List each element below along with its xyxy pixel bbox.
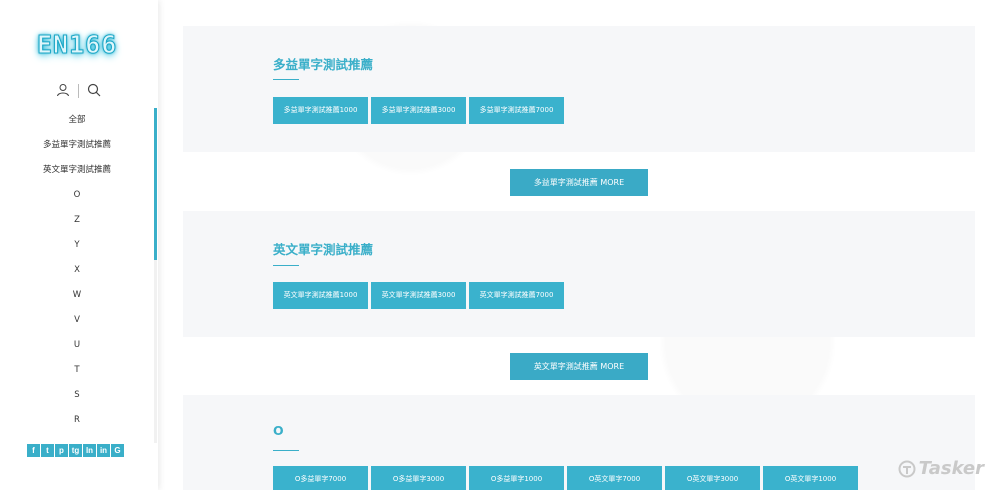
- user-icon[interactable]: [56, 82, 70, 101]
- o-english-1000-button[interactable]: O英文單字1000: [763, 466, 858, 490]
- button-row: 多益單字測試推薦1000 多益單字測試推薦3000 多益單字測試推薦7000: [273, 97, 564, 124]
- site-logo[interactable]: EN166: [37, 30, 123, 64]
- divider: [78, 84, 79, 98]
- title-underline: [273, 450, 299, 451]
- section-title: O: [273, 423, 284, 438]
- o-english-3000-button[interactable]: O英文單字3000: [665, 466, 760, 490]
- toeic-1000-button[interactable]: 多益單字測試推薦1000: [273, 97, 368, 124]
- sidebar-top-icons: [56, 82, 101, 100]
- sidebar-item-toeic-test[interactable]: 多益單字測試推薦: [0, 133, 154, 158]
- linkedin-icon[interactable]: in: [97, 444, 110, 457]
- sidebar-item-r[interactable]: R: [0, 408, 154, 433]
- scrollbar-thumb[interactable]: [154, 108, 157, 260]
- sidebar-item-t[interactable]: T: [0, 358, 154, 383]
- watermark-text: Tasker: [918, 458, 984, 479]
- o-english-7000-button[interactable]: O英文單字7000: [567, 466, 662, 490]
- english-7000-button[interactable]: 英文單字測試推薦7000: [469, 282, 564, 309]
- sidebar-item-all[interactable]: 全部: [0, 108, 154, 133]
- toeic-more-button[interactable]: 多益單字測試推薦 MORE: [510, 169, 648, 196]
- section-toeic: 多益單字測試推薦 多益單字測試推薦1000 多益單字測試推薦3000 多益單字測…: [183, 26, 975, 152]
- english-3000-button[interactable]: 英文單字測試推薦3000: [371, 282, 466, 309]
- english-more-button[interactable]: 英文單字測試推薦 MORE: [510, 353, 648, 380]
- sidebar-item-s[interactable]: S: [0, 383, 154, 408]
- section-o: O O多益單字7000 O多益單字3000 O多益單字1000 O英文單字700…: [183, 395, 975, 490]
- tasker-watermark: Tasker: [898, 458, 984, 479]
- title-underline: [273, 79, 299, 80]
- google-icon[interactable]: G: [111, 444, 124, 457]
- line-icon[interactable]: ln: [83, 444, 96, 457]
- o-toeic-7000-button[interactable]: O多益單字7000: [273, 466, 368, 490]
- sidebar-item-w[interactable]: W: [0, 283, 154, 308]
- sidebar-item-z[interactable]: Z: [0, 208, 154, 233]
- sidebar-scrollbar[interactable]: [154, 108, 157, 443]
- o-toeic-3000-button[interactable]: O多益單字3000: [371, 466, 466, 490]
- twitter-icon[interactable]: t: [41, 444, 54, 457]
- sidebar-item-x[interactable]: X: [0, 258, 154, 283]
- toeic-7000-button[interactable]: 多益單字測試推薦7000: [469, 97, 564, 124]
- pinterest-icon[interactable]: p: [55, 444, 68, 457]
- button-row: 英文單字測試推薦1000 英文單字測試推薦3000 英文單字測試推薦7000: [273, 282, 564, 309]
- sidebar-item-english-test[interactable]: 英文單字測試推薦: [0, 158, 154, 183]
- sidebar-item-o[interactable]: O: [0, 183, 154, 208]
- section-title: 多益單字測試推薦: [273, 57, 374, 72]
- tasker-logo-icon: [898, 460, 916, 477]
- telegram-icon[interactable]: tg: [69, 444, 82, 457]
- section-english: 英文單字測試推薦 英文單字測試推薦1000 英文單字測試推薦3000 英文單字測…: [183, 211, 975, 337]
- toeic-3000-button[interactable]: 多益單字測試推薦3000: [371, 97, 466, 124]
- search-icon[interactable]: [87, 82, 101, 101]
- sidebar-item-v[interactable]: V: [0, 308, 154, 333]
- sidebar-item-y[interactable]: Y: [0, 233, 154, 258]
- english-1000-button[interactable]: 英文單字測試推薦1000: [273, 282, 368, 309]
- sidebar-item-u[interactable]: U: [0, 333, 154, 358]
- o-toeic-1000-button[interactable]: O多益單字1000: [469, 466, 564, 490]
- button-row: O多益單字7000 O多益單字3000 O多益單字1000 O英文單字7000 …: [273, 466, 858, 490]
- sidebar-nav: 全部 多益單字測試推薦 英文單字測試推薦 O Z Y X W V U T S R: [0, 108, 154, 433]
- facebook-icon[interactable]: f: [27, 444, 40, 457]
- section-title: 英文單字測試推薦: [273, 242, 374, 257]
- social-links: f t p tg ln in G: [27, 444, 124, 457]
- sidebar: EN166 全部 多益單字測試推薦 英文單字測試推薦 O Z Y X W V U…: [0, 0, 158, 490]
- title-underline: [273, 265, 299, 266]
